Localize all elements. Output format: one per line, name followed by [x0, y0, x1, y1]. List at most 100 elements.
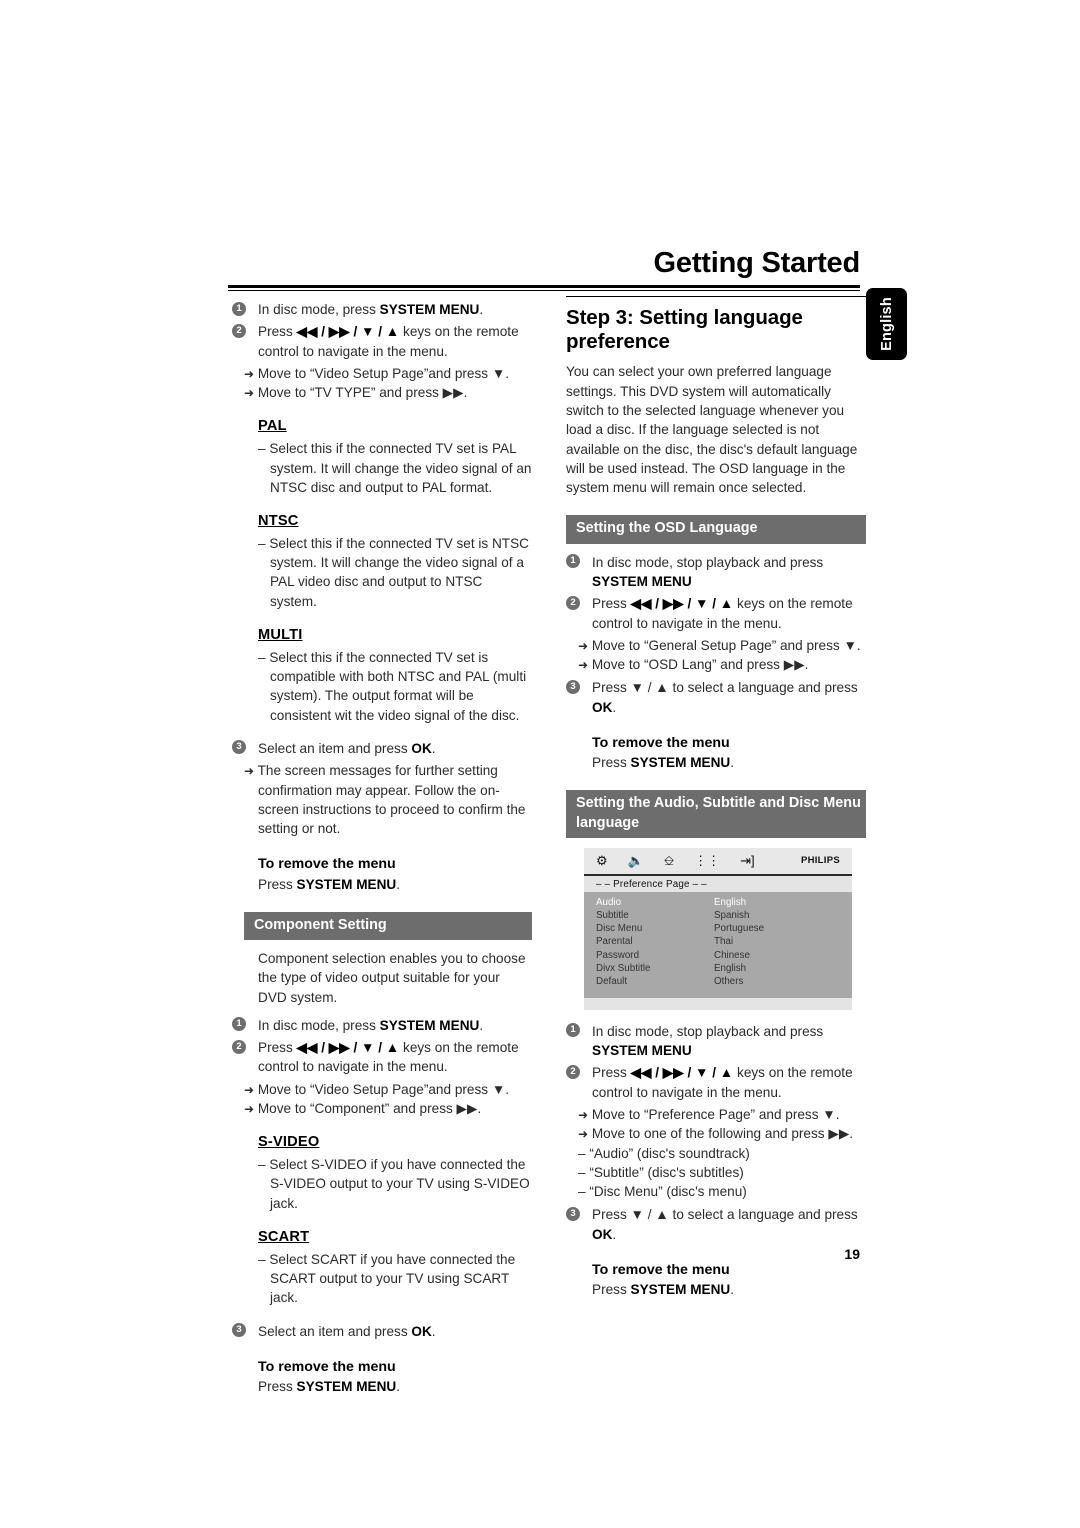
- step-text: In disc mode, stop playback and press SY…: [592, 554, 824, 589]
- step-text: Press ◀◀ / ▶▶ / ▼ / ▲ keys on the remote…: [592, 596, 853, 631]
- page-header: Getting Started: [228, 247, 861, 292]
- remove-menu-heading: To remove the menu: [592, 1262, 730, 1279]
- step-item: 2 Press ◀◀ / ▶▶ / ▼ / ▲ keys on the remo…: [566, 1063, 866, 1102]
- step-item: 1 In disc mode, stop playback and press …: [566, 553, 866, 592]
- arrow-item: ➜ Move to “Video Setup Page”and press ▼.: [244, 1081, 510, 1097]
- osd-row-value: Spanish: [714, 909, 750, 921]
- step-bullet: 3: [232, 1323, 246, 1338]
- component-intro: Component selection enables you to choos…: [258, 951, 526, 1005]
- step-bullet: 3: [566, 679, 580, 694]
- step-item: 2 Press ◀◀ / ▶▶ / ▼ / ▲ keys on the remo…: [232, 1038, 532, 1077]
- arrow-item: ➜ Move to “Preference Page” and press ▼.: [578, 1106, 840, 1122]
- remove-menu-text: Press SYSTEM MENU.: [258, 876, 401, 892]
- option-body-pal: – Select this if the connected TV set is…: [258, 441, 532, 495]
- dash-item: – “Subtitle” (disc's subtitles): [578, 1164, 744, 1180]
- step-bullet: 2: [232, 1039, 246, 1054]
- section-title: Step 3: Setting language preference: [566, 306, 803, 354]
- arrow-icon: ➜: [244, 1082, 255, 1097]
- osd-row-value: Thai: [714, 936, 734, 948]
- remove-menu-heading: To remove the menu: [258, 856, 396, 873]
- osd-page-label: – – Preference Page – –: [584, 875, 852, 892]
- header-rule: [228, 285, 860, 292]
- step-bullet: 1: [566, 554, 580, 569]
- option-title-ntsc: NTSC: [258, 513, 299, 530]
- osd-row-value: Others: [714, 975, 744, 987]
- osd-row[interactable]: Divx Subtitle English: [584, 962, 852, 975]
- keyboard-icon: ⎒: [663, 853, 675, 869]
- remove-menu-text: Press SYSTEM MENU.: [258, 1379, 401, 1395]
- option-title-multi: MULTI: [258, 627, 303, 643]
- page-number: 19: [844, 1246, 860, 1262]
- section-rule: [566, 296, 866, 297]
- option-body-ntsc: – Select this if the connected TV set is…: [258, 535, 529, 609]
- step-item: 1 In disc mode, press SYSTEM MENU.: [232, 1016, 532, 1035]
- gear-icon: ⚙: [596, 853, 608, 869]
- osd-row-value: English: [714, 962, 747, 974]
- right-column: Step 3: Setting language preference You …: [566, 296, 866, 1299]
- step-text: Press ▼ / ▲ to select a language and pre…: [592, 1207, 858, 1242]
- philips-logo: PHILIPS: [800, 855, 840, 866]
- arrow-icon: ➜: [244, 386, 255, 401]
- dash-item: – “Disc Menu” (disc's menu): [578, 1184, 747, 1200]
- step-text: Press ◀◀ / ▶▶ / ▼ / ▲ keys on the remote…: [258, 1040, 519, 1075]
- step-text: Select an item and press OK.: [258, 1323, 436, 1339]
- section-bar-osd-language: Setting the OSD Language: [566, 515, 866, 544]
- arrow-item: ➜ Move to “Video Setup Page”and press ▼.: [244, 365, 510, 381]
- arrow-item: ➜ Move to “TV TYPE” and press ▶▶.: [244, 385, 468, 401]
- step-bullet: 1: [232, 301, 246, 316]
- step-text: In disc mode, press SYSTEM MENU.: [258, 1017, 484, 1033]
- step-bullet: 1: [566, 1023, 580, 1038]
- osd-row-key: Subtitle: [596, 909, 629, 921]
- option-title-svideo: S-VIDEO: [258, 1134, 320, 1151]
- step-text: Press ▼ / ▲ to select a language and pre…: [592, 680, 858, 715]
- osd-row[interactable]: Default Others: [584, 975, 852, 988]
- osd-row[interactable]: Subtitle Spanish: [584, 909, 852, 922]
- remove-menu-heading: To remove the menu: [592, 734, 730, 751]
- arrow-item: ➜ Move to “General Setup Page” and press…: [578, 637, 861, 653]
- arrow-icon: ➜: [578, 658, 589, 673]
- osd-row[interactable]: Audio English: [584, 896, 852, 909]
- osd-row-key: Password: [596, 949, 640, 961]
- arrow-item: ➜ Move to one of the following and press…: [578, 1126, 854, 1142]
- arrow-icon: ➜: [578, 1127, 589, 1142]
- osd-row-key: Parental: [596, 936, 633, 948]
- osd-screenshot: ⚙ 🔈 ⎒ ⋮⋮ ⇥] PHILIPS – – Preference Page …: [584, 847, 852, 1010]
- osd-row-key: Disc Menu: [596, 923, 643, 935]
- osd-row[interactable]: Password Chinese: [584, 949, 852, 962]
- page-title: Getting Started: [653, 247, 861, 279]
- osd-icon-bar: ⚙ 🔈 ⎒ ⋮⋮ ⇥] PHILIPS: [584, 847, 852, 876]
- step-item: 3 Select an item and press OK.: [232, 1322, 532, 1341]
- step-bullet: 2: [232, 323, 246, 338]
- step-item: 3 Press ▼ / ▲ to select a language and p…: [566, 1205, 866, 1244]
- step-bullet: 1: [232, 1017, 246, 1032]
- step-text: In disc mode, press SYSTEM MENU.: [258, 302, 484, 317]
- osd-row-value: Chinese: [714, 949, 750, 961]
- speaker-icon: 🔈: [627, 853, 644, 869]
- osd-row-key: Audio: [596, 896, 622, 908]
- step-item: 1 In disc mode, stop playback and press …: [566, 1022, 866, 1061]
- arrow-icon: ➜: [244, 1102, 255, 1117]
- option-title-pal: PAL: [258, 418, 287, 435]
- step-text: Press ◀◀ / ▶▶ / ▼ / ▲ keys on the remote…: [258, 324, 519, 359]
- step-item: 1 In disc mode, press SYSTEM MENU.: [232, 300, 532, 319]
- step-bullet: 2: [566, 1064, 580, 1079]
- osd-row-value: Portuguese: [714, 923, 765, 935]
- step-item: 2 Press ◀◀ / ▶▶ / ▼ / ▲ keys on the remo…: [566, 594, 866, 633]
- dots-icon: ⋮⋮: [694, 853, 721, 869]
- osd-menu-list: Audio English Subtitle Spanish Disc Menu Po…: [584, 891, 852, 998]
- arrow-icon: ➜: [578, 638, 589, 653]
- osd-row[interactable]: Parental Thai: [584, 935, 852, 948]
- option-body-svideo: – Select S-VIDEO if you have connected t…: [258, 1157, 530, 1211]
- arrow-icon: ➜: [244, 764, 255, 779]
- step-text: Press ◀◀ / ▶▶ / ▼ / ▲ keys on the remote…: [592, 1065, 853, 1100]
- osd-row[interactable]: Disc Menu Portuguese: [584, 922, 852, 935]
- option-title-scart: SCART: [258, 1228, 310, 1245]
- arrow-icon: ➜: [578, 1107, 589, 1122]
- arrow-icon: ➜: [244, 366, 255, 381]
- step-bullet: 2: [566, 595, 580, 610]
- step-item: 3 Select an item and press OK.: [232, 739, 532, 758]
- step-item: 3 Press ▼ / ▲ to select a language and p…: [566, 678, 866, 717]
- arrow-item: ➜ The screen messages for further settin…: [244, 763, 526, 837]
- step-item: 2 Press ◀◀ / ▶▶ / ▼ / ▲ keys on the remo…: [232, 322, 532, 361]
- manual-page: Getting Started English 1 In disc mode, …: [0, 0, 1080, 1528]
